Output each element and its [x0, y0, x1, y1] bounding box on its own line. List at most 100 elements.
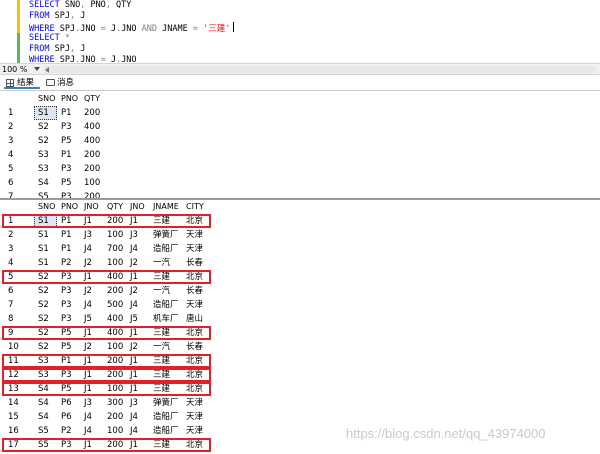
table-cell[interactable]: J3: [130, 396, 138, 410]
table-cell[interactable]: S1: [38, 228, 49, 242]
table-cell[interactable]: P5: [61, 340, 72, 354]
table-row[interactable]: 4 S1 P2 J2 100 J2 一汽 长春: [0, 256, 600, 270]
result-grid-1[interactable]: SNO PNO QTY 1 S1 P1 200 2 S2 P3 400 3 S2 P5 400 4 S3 P1 20…: [0, 92, 600, 202]
table-cell[interactable]: P6: [61, 410, 72, 424]
zoom-level[interactable]: 100 %: [2, 65, 27, 75]
table-cell[interactable]: P2: [61, 256, 72, 270]
table-cell[interactable]: J3: [130, 228, 138, 242]
column-header[interactable]: PNO: [61, 200, 78, 214]
column-header[interactable]: JNO: [130, 200, 145, 214]
table-cell[interactable]: 400: [107, 312, 123, 326]
table-cell[interactable]: P1: [61, 228, 72, 242]
table-cell[interactable]: J2: [130, 340, 138, 354]
table-cell[interactable]: 天津: [186, 298, 203, 312]
tab-results[interactable]: 结果: [4, 77, 40, 89]
chevron-down-icon[interactable]: [34, 67, 40, 71]
table-cell[interactable]: 200: [84, 106, 100, 120]
table-cell[interactable]: J4: [130, 410, 138, 424]
table-cell[interactable]: 一汽: [153, 284, 170, 298]
table-cell[interactable]: J4: [84, 298, 92, 312]
table-cell[interactable]: 100: [107, 424, 123, 438]
column-header[interactable]: JNO: [84, 200, 99, 214]
table-cell[interactable]: S2: [38, 312, 49, 326]
column-header[interactable]: SNO: [38, 200, 55, 214]
table-cell[interactable]: S1: [38, 256, 49, 270]
column-header[interactable]: SNO: [38, 92, 55, 106]
table-cell[interactable]: 一汽: [153, 256, 170, 270]
table-cell[interactable]: 一汽: [153, 340, 170, 354]
table-cell[interactable]: 造船厂: [153, 424, 179, 438]
table-cell[interactable]: 弹簧厂: [153, 228, 179, 242]
table-cell[interactable]: 100: [107, 228, 123, 242]
table-cell[interactable]: 100: [107, 256, 123, 270]
table-row[interactable]: 4 S3 P1 200: [0, 148, 600, 162]
table-row[interactable]: 10 S2 P5 J2 100 J2 一汽 长春: [0, 340, 600, 354]
table-cell[interactable]: S1: [38, 106, 49, 120]
table-row[interactable]: 14 S4 P6 J3 300 J3 弹簧厂 天津: [0, 396, 600, 410]
table-cell[interactable]: P3: [61, 120, 72, 134]
table-row[interactable]: 1 S1 P1 200: [0, 106, 600, 120]
result-grid-2[interactable]: SNO PNO JNO QTY JNO JNAME CITY 1 S1 P1 J1 200 J1 三建 北京…: [0, 200, 600, 454]
table-cell[interactable]: 天津: [186, 424, 203, 438]
table-cell[interactable]: P5: [61, 176, 72, 190]
table-cell[interactable]: J4: [84, 410, 92, 424]
table-cell[interactable]: 500: [107, 298, 123, 312]
table-cell[interactable]: J4: [130, 242, 138, 256]
table-cell[interactable]: 造船厂: [153, 298, 179, 312]
table-row[interactable]: 2 S2 P3 400: [0, 120, 600, 134]
column-header[interactable]: QTY: [107, 200, 123, 214]
table-cell[interactable]: J2: [84, 256, 92, 270]
table-cell[interactable]: S3: [38, 162, 49, 176]
table-cell[interactable]: P3: [61, 312, 72, 326]
table-cell[interactable]: P5: [61, 134, 72, 148]
table-cell[interactable]: 400: [84, 120, 100, 134]
table-cell[interactable]: S1: [38, 242, 49, 256]
sql-editor[interactable]: SELECT SNO, PNO, QTY FROM SPJ, J WHERE SPJ…: [0, 0, 600, 63]
tab-messages[interactable]: 消息: [44, 77, 80, 89]
table-cell[interactable]: 机车厂: [153, 312, 179, 326]
table-row[interactable]: 3 S1 P1 J4 700 J4 造船厂 天津: [0, 242, 600, 256]
table-cell[interactable]: J3: [84, 396, 92, 410]
table-row[interactable]: 5 S3 P3 200: [0, 162, 600, 176]
table-cell[interactable]: 200: [107, 284, 123, 298]
table-cell[interactable]: J4: [130, 298, 138, 312]
table-row[interactable]: 6 S4 P5 100: [0, 176, 600, 190]
table-cell[interactable]: 长春: [186, 284, 203, 298]
table-cell[interactable]: 700: [107, 242, 123, 256]
column-header[interactable]: PNO: [61, 92, 78, 106]
table-cell[interactable]: S5: [38, 424, 49, 438]
table-cell[interactable]: 200: [84, 162, 100, 176]
table-cell[interactable]: P3: [61, 284, 72, 298]
table-cell[interactable]: S4: [38, 396, 49, 410]
table-cell[interactable]: J3: [84, 228, 92, 242]
table-cell[interactable]: 天津: [186, 396, 203, 410]
table-cell[interactable]: P2: [61, 424, 72, 438]
table-cell[interactable]: 长春: [186, 340, 203, 354]
table-cell[interactable]: S4: [38, 410, 49, 424]
table-cell[interactable]: P6: [61, 396, 72, 410]
table-cell[interactable]: 天津: [186, 228, 203, 242]
table-row[interactable]: 7 S2 P3 J4 500 J4 造船厂 天津: [0, 298, 600, 312]
scroll-left-icon[interactable]: [45, 67, 49, 73]
table-cell[interactable]: P1: [61, 148, 72, 162]
table-cell[interactable]: J4: [130, 424, 138, 438]
table-cell[interactable]: P3: [61, 298, 72, 312]
table-cell[interactable]: S2: [38, 298, 49, 312]
column-header[interactable]: JNAME: [153, 200, 179, 214]
table-cell[interactable]: P1: [61, 242, 72, 256]
table-cell[interactable]: P1: [61, 106, 72, 120]
table-cell[interactable]: 100: [107, 340, 123, 354]
table-cell[interactable]: S2: [38, 134, 49, 148]
table-cell[interactable]: J2: [84, 340, 92, 354]
table-cell[interactable]: S3: [38, 148, 49, 162]
table-row[interactable]: 15 S4 P6 J4 200 J4 造船厂 天津: [0, 410, 600, 424]
table-cell[interactable]: J2: [130, 256, 138, 270]
horizontal-scrollbar[interactable]: [44, 66, 596, 73]
column-header[interactable]: CITY: [186, 200, 204, 214]
table-cell[interactable]: 造船厂: [153, 242, 179, 256]
table-cell[interactable]: S2: [38, 284, 49, 298]
table-cell[interactable]: J4: [84, 242, 92, 256]
table-row[interactable]: 2 S1 P1 J3 100 J3 弹簧厂 天津: [0, 228, 600, 242]
table-cell[interactable]: 天津: [186, 242, 203, 256]
table-cell[interactable]: S4: [38, 176, 49, 190]
